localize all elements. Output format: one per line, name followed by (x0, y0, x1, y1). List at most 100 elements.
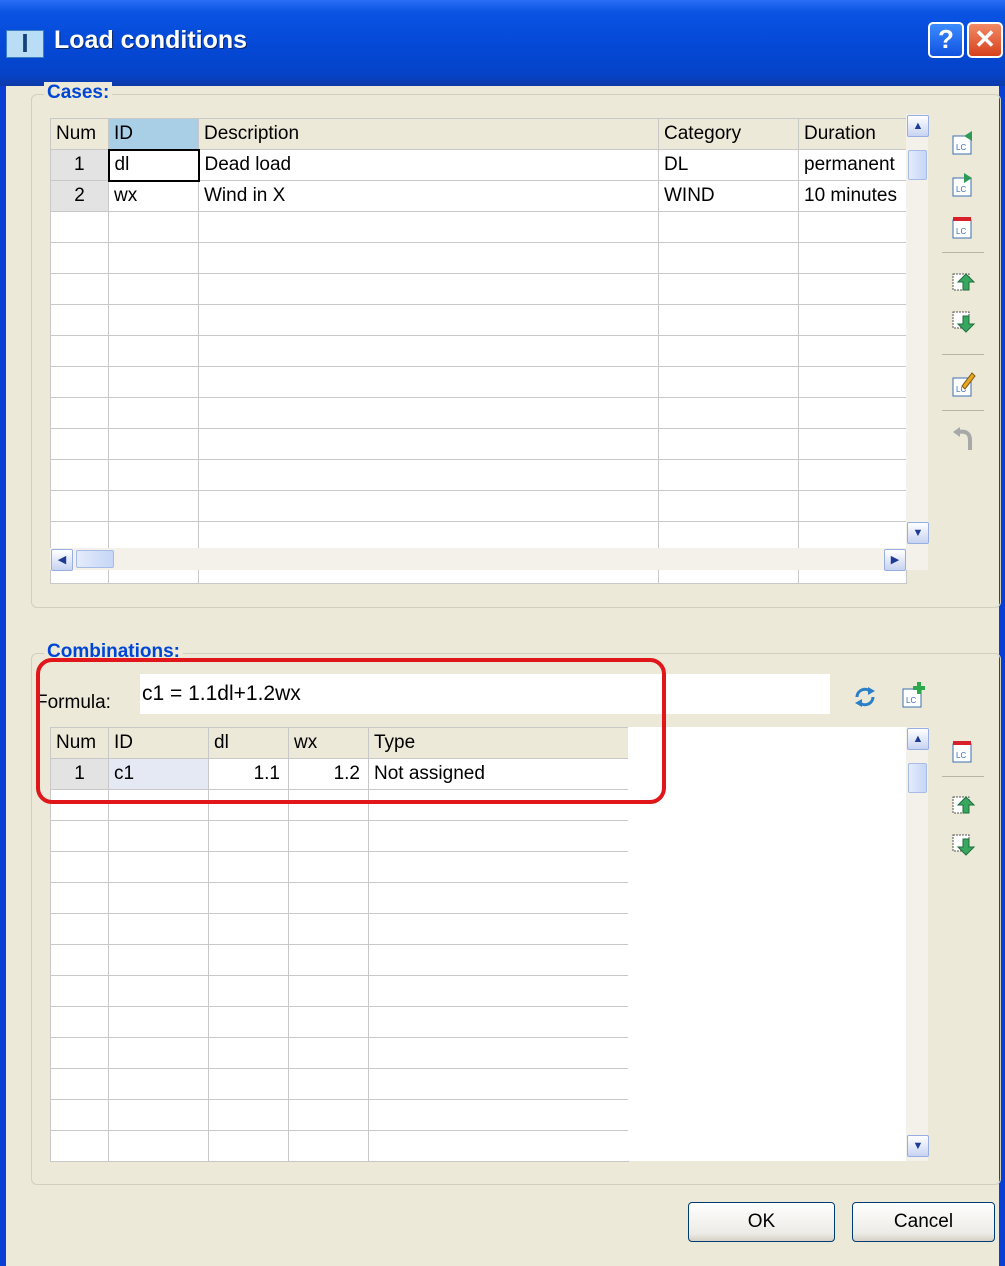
empty-row[interactable] (50, 975, 629, 1007)
empty-row[interactable] (50, 1006, 629, 1038)
id-cell[interactable]: c1 (108, 758, 209, 790)
empty-row[interactable] (50, 1099, 629, 1131)
empty-row[interactable] (50, 490, 907, 522)
column-header-dl[interactable]: dl (208, 727, 289, 759)
column-header-num[interactable]: Num (50, 727, 109, 759)
cases-horizontal-scrollbar[interactable]: ◀ ▶ (50, 548, 928, 571)
combinations-label: Combinations: (44, 641, 183, 663)
help-button[interactable]: ? (928, 22, 964, 58)
column-header-duration[interactable]: Duration (798, 118, 907, 150)
svg-text:LC: LC (956, 143, 966, 152)
import-lc-icon[interactable]: LC (950, 128, 976, 156)
empty-row[interactable] (50, 1068, 629, 1100)
move-down-icon[interactable] (950, 831, 976, 859)
combinations-table[interactable]: Num ID dl wx Type 1 c1 1.1 1.2 Not assig… (50, 727, 629, 1162)
category-cell[interactable]: WIND (658, 180, 799, 212)
close-button[interactable]: ✕ (967, 22, 1003, 58)
column-header-category[interactable]: Category (658, 118, 799, 150)
wx-factor-cell[interactable]: 1.2 (288, 758, 369, 790)
empty-row[interactable] (50, 397, 907, 429)
scroll-left-arrow-icon[interactable]: ◀ (51, 549, 73, 571)
empty-row[interactable] (50, 1037, 629, 1069)
cancel-button[interactable]: Cancel (852, 1202, 995, 1242)
column-header-description[interactable]: Description (198, 118, 659, 150)
refresh-icon[interactable] (852, 683, 878, 711)
column-header-id[interactable]: ID (108, 118, 199, 150)
load-conditions-dialog: I Load conditions ? ✕ Cases: Num ID Desc… (0, 0, 1005, 1266)
cases-header-row: Num ID Description Category Duration (50, 118, 907, 150)
export-lc-icon[interactable]: LC (950, 170, 976, 198)
table-row[interactable]: 2 wx Wind in X WIND 10 minutes (50, 180, 907, 212)
app-icon: I (6, 28, 44, 58)
edit-lc-icon[interactable]: LC (950, 370, 976, 398)
scroll-down-arrow-icon[interactable]: ▼ (907, 522, 929, 544)
empty-row[interactable] (50, 882, 629, 914)
empty-row[interactable] (50, 366, 907, 398)
formula-input[interactable] (140, 674, 830, 714)
svg-text:LC: LC (956, 227, 966, 236)
delete-lc-icon[interactable]: LC (950, 212, 976, 240)
id-cell[interactable]: dl (107, 148, 200, 182)
empty-row[interactable] (50, 944, 629, 976)
combinations-header-row: Num ID dl wx Type (50, 727, 629, 759)
duration-cell[interactable]: permanent (798, 149, 907, 181)
cases-table[interactable]: Num ID Description Category Duration 1 d… (50, 118, 907, 584)
column-header-type[interactable]: Type (368, 727, 629, 759)
scroll-thumb[interactable] (76, 550, 114, 568)
table-row[interactable]: 1 c1 1.1 1.2 Not assigned (50, 758, 629, 790)
empty-row[interactable] (50, 211, 907, 243)
svg-text:LC: LC (906, 696, 916, 705)
empty-row[interactable] (50, 304, 907, 336)
add-combination-icon[interactable]: LC (900, 681, 926, 709)
ok-button[interactable]: OK (688, 1202, 835, 1242)
empty-row[interactable] (50, 459, 907, 491)
column-header-wx[interactable]: wx (288, 727, 369, 759)
empty-row[interactable] (50, 273, 907, 305)
description-cell[interactable]: Wind in X (198, 180, 659, 212)
description-cell[interactable]: Dead load (198, 149, 659, 181)
column-header-num[interactable]: Num (50, 118, 109, 150)
empty-row[interactable] (50, 335, 907, 367)
formula-label: Formula: (36, 692, 111, 713)
scroll-up-arrow-icon[interactable]: ▲ (907, 115, 929, 137)
toolbar-separator (942, 410, 984, 411)
move-up-icon[interactable] (950, 268, 976, 296)
dl-factor-cell[interactable]: 1.1 (208, 758, 289, 790)
combinations-grid-empty-area (628, 727, 906, 1161)
empty-row[interactable] (50, 820, 629, 852)
move-up-icon[interactable] (950, 791, 976, 819)
id-cell[interactable]: wx (108, 180, 199, 212)
combinations-vertical-scrollbar[interactable]: ▲ ▼ (906, 727, 929, 1161)
toolbar-separator (942, 252, 984, 253)
table-row[interactable]: 1 dl Dead load DL permanent (50, 148, 907, 182)
row-number[interactable]: 1 (50, 758, 109, 790)
duration-cell[interactable]: 10 minutes (798, 180, 907, 212)
cases-vertical-scrollbar[interactable]: ▲ ▼ (906, 114, 929, 548)
scroll-right-arrow-icon[interactable]: ▶ (884, 549, 906, 571)
scroll-thumb[interactable] (908, 763, 927, 793)
empty-row[interactable] (50, 789, 629, 821)
delete-combination-icon[interactable]: LC (950, 736, 976, 764)
move-down-icon[interactable] (950, 308, 976, 336)
cases-label: Cases: (44, 82, 113, 104)
undo-icon[interactable] (950, 426, 976, 454)
scroll-up-arrow-icon[interactable]: ▲ (907, 728, 929, 750)
category-cell[interactable]: DL (658, 149, 799, 181)
scroll-thumb[interactable] (908, 150, 927, 180)
empty-row[interactable] (50, 242, 907, 274)
title-bar[interactable]: I Load conditions ? ✕ (0, 0, 1005, 86)
type-cell[interactable]: Not assigned (368, 758, 629, 790)
toolbar-separator (942, 776, 984, 777)
empty-row[interactable] (50, 851, 629, 883)
svg-text:LC: LC (956, 185, 966, 194)
empty-row[interactable] (50, 428, 907, 460)
empty-row[interactable] (50, 913, 629, 945)
empty-row[interactable] (50, 1130, 629, 1162)
column-header-id[interactable]: ID (108, 727, 209, 759)
svg-text:LC: LC (956, 751, 966, 760)
window-title: Load conditions (54, 26, 248, 54)
toolbar-separator (942, 354, 984, 355)
scroll-down-arrow-icon[interactable]: ▼ (907, 1135, 929, 1157)
row-number[interactable]: 2 (50, 180, 109, 212)
row-number[interactable]: 1 (50, 149, 109, 181)
